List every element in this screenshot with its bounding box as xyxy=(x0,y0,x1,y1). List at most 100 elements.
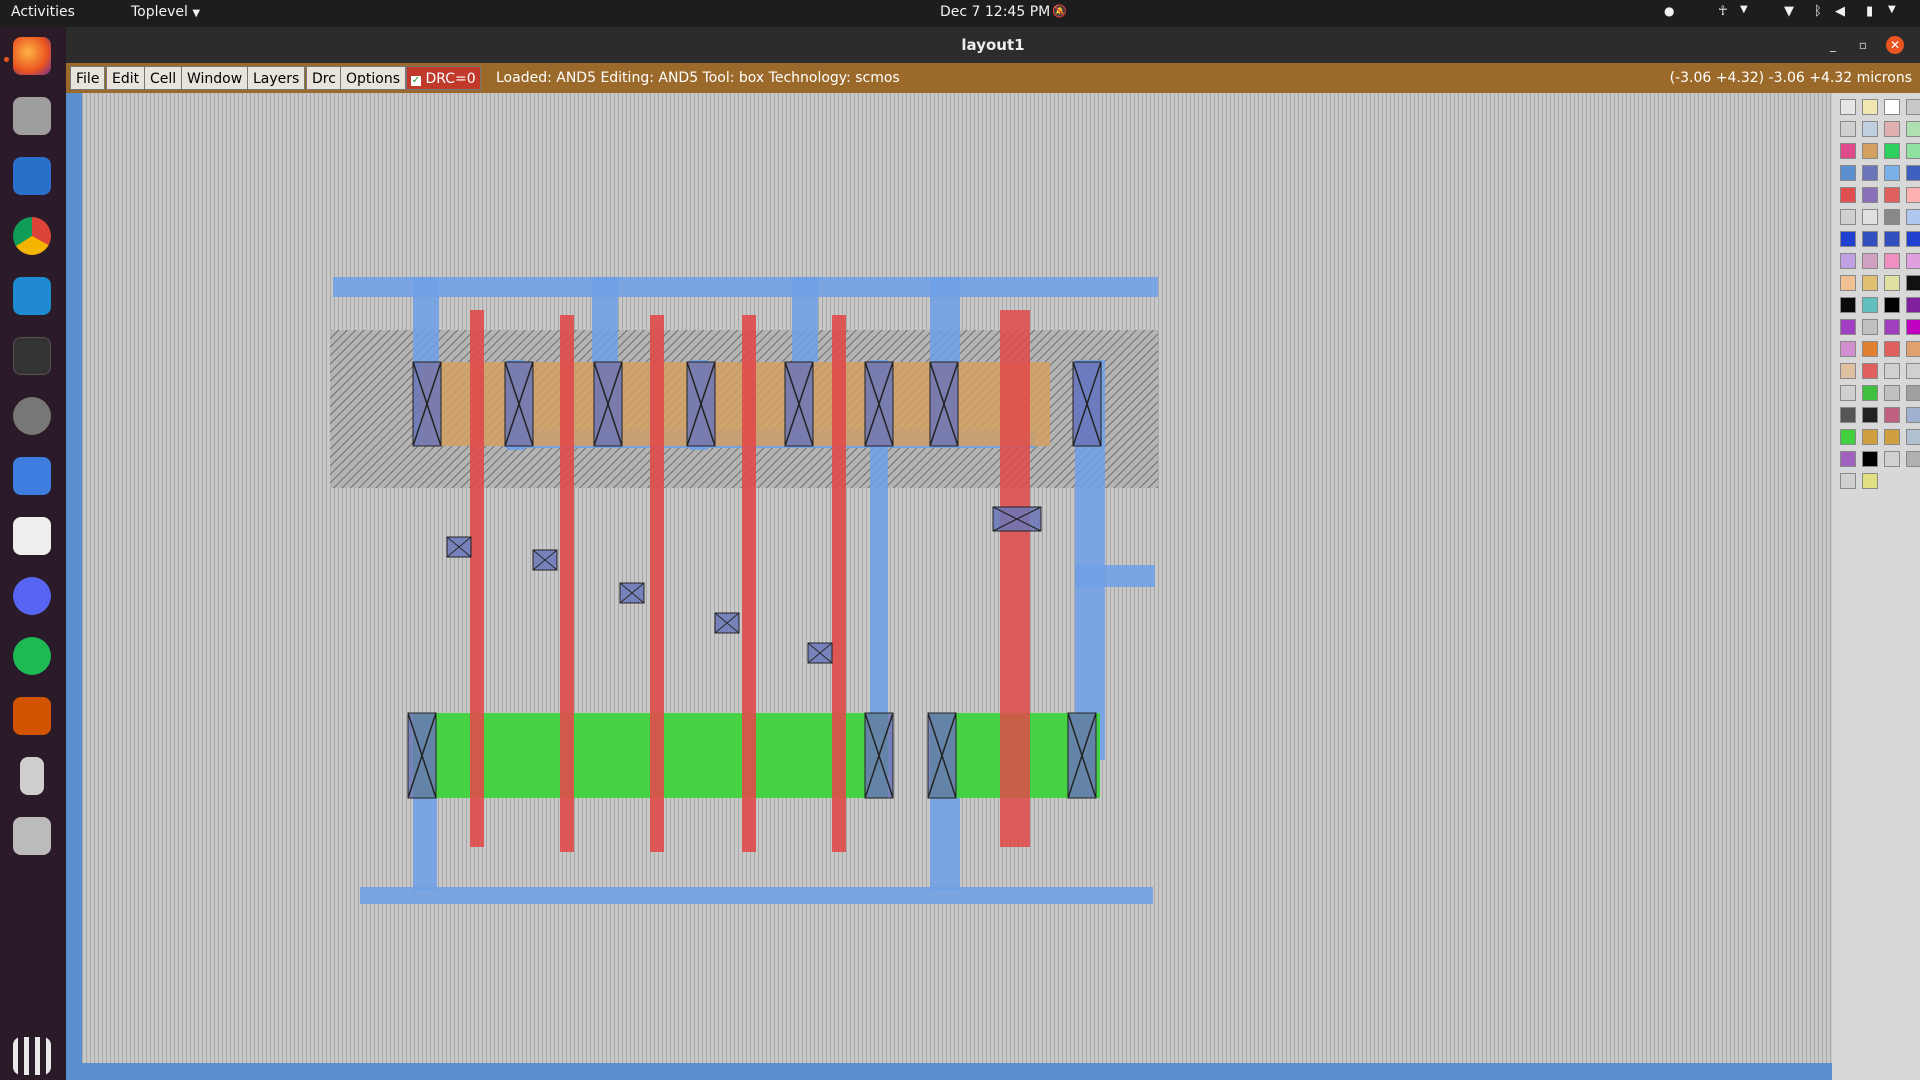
layer-swatch[interactable] xyxy=(1884,99,1900,115)
layer-swatch[interactable] xyxy=(1906,297,1920,313)
accessibility-icon[interactable]: ☥ xyxy=(1718,4,1728,19)
poly-gate-5[interactable] xyxy=(832,315,846,852)
poly-contact-3-cross[interactable] xyxy=(620,583,644,603)
layer-swatch[interactable] xyxy=(1840,297,1856,313)
layer-swatch[interactable] xyxy=(1906,429,1920,445)
layer-swatch[interactable] xyxy=(1840,385,1856,401)
writer-icon[interactable] xyxy=(13,157,51,195)
poly-contact-2-cross[interactable] xyxy=(533,550,557,570)
layer-swatch[interactable] xyxy=(1862,143,1878,159)
metal1-output-pin[interactable] xyxy=(1075,565,1155,587)
poly-inverter-gate[interactable] xyxy=(1000,310,1030,847)
metal1-vdd-rail[interactable] xyxy=(333,277,1158,297)
spotify-icon[interactable] xyxy=(13,637,51,675)
poly-gate-3[interactable] xyxy=(650,315,664,852)
metal1-gnd-rail[interactable] xyxy=(360,887,1153,904)
usb-drive-icon[interactable] xyxy=(20,757,44,795)
layer-swatch[interactable] xyxy=(1840,407,1856,423)
presentation-icon[interactable] xyxy=(13,697,51,735)
metal1-vdd-strap-2[interactable] xyxy=(792,277,818,367)
layer-swatch[interactable] xyxy=(1884,187,1900,203)
poly-contact-4-cross[interactable] xyxy=(715,613,739,633)
pdiff-contact-1-cross[interactable] xyxy=(413,362,441,446)
poly-gate-4[interactable] xyxy=(742,315,756,852)
layer-swatch[interactable] xyxy=(1884,165,1900,181)
layer-swatch[interactable] xyxy=(1884,341,1900,357)
volume-icon[interactable]: ◀ xyxy=(1835,4,1845,19)
chrome-icon[interactable] xyxy=(13,217,51,255)
menu-cell[interactable]: Cell xyxy=(144,66,183,90)
layer-swatch[interactable] xyxy=(1884,451,1900,467)
pdiff-contact-5-cross[interactable] xyxy=(785,362,813,446)
layer-swatch[interactable] xyxy=(1884,275,1900,291)
maximize-icon[interactable]: ▫ xyxy=(1854,36,1872,54)
layer-swatch[interactable] xyxy=(1840,209,1856,225)
layer-swatch[interactable] xyxy=(1862,297,1878,313)
layer-swatch[interactable] xyxy=(1862,341,1878,357)
layer-swatch[interactable] xyxy=(1840,231,1856,247)
menu-layers[interactable]: Layers xyxy=(247,66,306,90)
app-grid-icon[interactable] xyxy=(13,1037,51,1075)
clock[interactable]: Dec 7 12:45 PM xyxy=(940,4,1050,20)
layer-swatch[interactable] xyxy=(1840,165,1856,181)
poly-contact-1-cross[interactable] xyxy=(447,537,471,557)
pdiff-contact-6-cross[interactable] xyxy=(865,362,893,446)
layer-swatch[interactable] xyxy=(1884,385,1900,401)
ndiff-contact-2-cross[interactable] xyxy=(865,713,893,798)
layer-swatch[interactable] xyxy=(1840,473,1856,489)
layer-swatch[interactable] xyxy=(1884,143,1900,159)
layer-swatch[interactable] xyxy=(1840,319,1856,335)
layer-swatch[interactable] xyxy=(1906,209,1920,225)
pdiff-contact-7-cross[interactable] xyxy=(930,362,958,446)
layer-swatch[interactable] xyxy=(1840,275,1856,291)
document-viewer-icon[interactable] xyxy=(13,517,51,555)
terminal-icon[interactable] xyxy=(13,337,51,375)
menu-window[interactable]: Window xyxy=(181,66,249,90)
pdiff-contact-8-cross[interactable] xyxy=(1073,362,1101,446)
layer-swatch[interactable] xyxy=(1906,253,1920,269)
layer-swatch[interactable] xyxy=(1840,341,1856,357)
vscode-icon[interactable] xyxy=(13,277,51,315)
layer-swatch[interactable] xyxy=(1884,319,1900,335)
magnifier-icon[interactable] xyxy=(13,817,51,855)
battery-icon[interactable]: ▮ xyxy=(1866,4,1873,19)
layer-swatch[interactable] xyxy=(1862,407,1878,423)
layer-swatch[interactable] xyxy=(1906,143,1920,159)
layer-swatch[interactable] xyxy=(1862,121,1878,137)
layer-swatch[interactable] xyxy=(1906,187,1920,203)
drc-toggle[interactable]: ✓ DRC=0 xyxy=(406,66,481,90)
layer-swatch[interactable] xyxy=(1840,143,1856,159)
menu-edit[interactable]: Edit xyxy=(106,66,146,90)
layer-swatch[interactable] xyxy=(1884,363,1900,379)
pdiff-contact-2-cross[interactable] xyxy=(505,362,533,446)
metal1-vdd-strap-3[interactable] xyxy=(930,277,960,367)
metal1-vdd-strap-1[interactable] xyxy=(592,277,618,367)
close-icon[interactable]: ✕ xyxy=(1886,36,1904,54)
layer-swatch[interactable] xyxy=(1840,363,1856,379)
layer-swatch[interactable] xyxy=(1862,363,1878,379)
layer-swatch[interactable] xyxy=(1906,99,1920,115)
layer-swatch[interactable] xyxy=(1840,253,1856,269)
layer-swatch[interactable] xyxy=(1840,187,1856,203)
layer-swatch[interactable] xyxy=(1884,407,1900,423)
poly-gate-2[interactable] xyxy=(560,315,574,852)
layout-canvas[interactable] xyxy=(66,93,1832,1080)
ndiff-contact-1-cross[interactable] xyxy=(408,713,436,798)
layer-swatch[interactable] xyxy=(1906,407,1920,423)
minimize-icon[interactable]: _ xyxy=(1824,36,1842,54)
pdiff-contact-3-cross[interactable] xyxy=(594,362,622,446)
layer-swatch[interactable] xyxy=(1862,187,1878,203)
poly-contact-inverter-cross[interactable] xyxy=(993,507,1041,531)
layer-swatch[interactable] xyxy=(1906,275,1920,291)
layer-swatch[interactable] xyxy=(1862,165,1878,181)
layer-swatch[interactable] xyxy=(1862,451,1878,467)
layer-swatch[interactable] xyxy=(1862,319,1878,335)
text-editor-icon[interactable] xyxy=(13,457,51,495)
layer-swatch[interactable] xyxy=(1906,319,1920,335)
vertical-scrollbar[interactable] xyxy=(66,93,82,1065)
metal1-vdd-strap-0[interactable] xyxy=(413,277,439,367)
settings-icon[interactable] xyxy=(13,397,51,435)
discord-tray-icon[interactable]: ● xyxy=(1664,4,1674,18)
layer-swatch[interactable] xyxy=(1862,473,1878,489)
layer-swatch[interactable] xyxy=(1840,99,1856,115)
